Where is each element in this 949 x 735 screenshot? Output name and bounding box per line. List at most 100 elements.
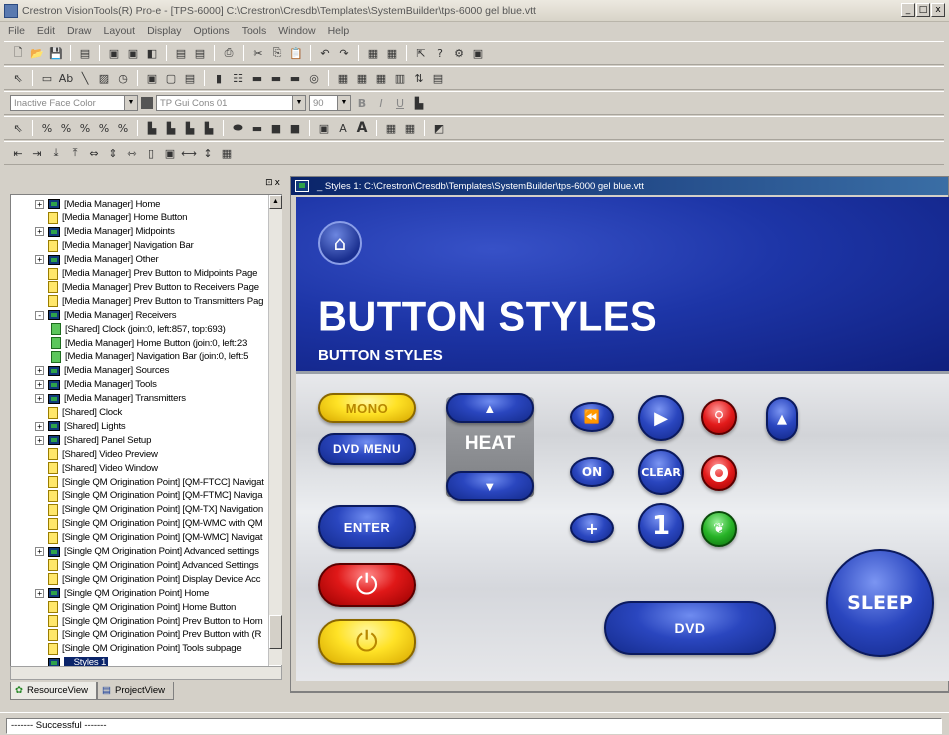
text-tool-icon[interactable]: Ab [58, 70, 74, 86]
text-box-icon[interactable]: ▣ [316, 120, 332, 136]
print-preview-icon[interactable]: ▤ [77, 45, 93, 61]
percent-icon[interactable]: % [39, 120, 55, 136]
tree-item[interactable]: + [Media Manager] Tools [35, 378, 157, 392]
font-smaller-icon[interactable]: A [335, 120, 351, 136]
align-right-icon[interactable]: ▙ [182, 120, 198, 136]
plus-button[interactable]: + [570, 513, 614, 543]
image-tool-icon[interactable]: ▨ [96, 70, 112, 86]
align-left-edge-icon[interactable]: ⇤ [10, 145, 26, 161]
dock-icon[interactable]: ⊡ [265, 178, 273, 188]
pointer-icon[interactable]: ⇖ [10, 120, 26, 136]
align-top-edge-icon[interactable]: ⤒ [67, 145, 83, 161]
menu-file[interactable]: File [8, 25, 25, 37]
align-right-edge-icon[interactable]: ⇥ [29, 145, 45, 161]
copy-icon[interactable]: ⎘ [269, 45, 285, 61]
play-button[interactable]: ▶ [638, 395, 684, 441]
tree-item[interactable]: [Media Manager] Prev Button to Transmitt… [35, 294, 263, 308]
expand-icon[interactable]: + [35, 588, 44, 598]
tools-icon[interactable]: ⚙ [451, 45, 467, 61]
percent-icon[interactable]: % [96, 120, 112, 136]
paste-icon[interactable]: 📋 [288, 45, 304, 61]
save-icon[interactable]: 💾 [48, 45, 64, 61]
on-button[interactable]: ON [570, 457, 614, 487]
tree-item[interactable]: [Shared] Clock (join:0, left:857, top:69… [51, 322, 226, 336]
tree-horizontal-scrollbar[interactable] [10, 666, 282, 680]
dial-tool-icon[interactable]: ◎ [306, 70, 322, 86]
bar-tool-icon[interactable]: ▬ [249, 70, 265, 86]
number-one-button[interactable]: 1 [638, 503, 684, 549]
align-bottom-edge-icon[interactable]: ⤓ [48, 145, 64, 161]
same-height-icon[interactable]: ▯ [143, 145, 159, 161]
power-off-button[interactable]: ⏻ [318, 563, 416, 607]
resource-tree[interactable]: ▲ ▼ + [Media Manager] Home [Media Manager]… [10, 194, 282, 680]
menu-display[interactable]: Display [147, 25, 181, 37]
tab-projectview[interactable]: ▤ ProjectView [97, 682, 175, 700]
design-canvas[interactable]: ⌂ BUTTON STYLES BUTTON STYLES MONO DVD M… [296, 197, 949, 681]
tree-item[interactable]: [Single QM Origination Point] Tools subp… [35, 642, 242, 656]
align-left-icon[interactable]: ▙ [144, 120, 160, 136]
collapse-icon[interactable]: - [35, 310, 44, 320]
font-select[interactable]: TP Gui Cons 01 ▼ [156, 95, 306, 111]
tree-item[interactable]: [Media Manager] Prev Button to Midpoints… [35, 267, 257, 281]
tree-item[interactable]: [Single QM Origination Point] [QM-FTMC] … [35, 489, 263, 503]
tree-item[interactable]: [Single QM Origination Point] [QM-WMC] N… [35, 531, 263, 545]
menu-window[interactable]: Window [278, 25, 315, 37]
scroll-thumb[interactable] [269, 615, 282, 649]
bold-button[interactable]: B [354, 95, 370, 111]
menu-tools[interactable]: Tools [242, 25, 267, 37]
heat-up-button[interactable]: ▲ [446, 393, 534, 423]
add-page-icon[interactable]: ▤ [173, 45, 189, 61]
heat-down-button[interactable]: ▼ [446, 471, 534, 501]
misc-tool-icon[interactable]: ▤ [430, 70, 446, 86]
tree-item[interactable]: + [Single QM Origination Point] Advanced … [35, 545, 259, 559]
fill-color-icon[interactable]: ▙ [411, 95, 427, 111]
gauge-tool-icon[interactable]: ▤ [182, 70, 198, 86]
grid-icon[interactable]: ▦ [383, 120, 399, 136]
slider-tool-icon[interactable]: ▮ [211, 70, 227, 86]
clock-tool-icon[interactable]: ◷ [115, 70, 131, 86]
enter-button[interactable]: ENTER [318, 505, 416, 549]
sleep-button[interactable]: SLEEP [826, 549, 934, 657]
design-horizontal-scrollbar[interactable] [290, 692, 949, 710]
font-larger-icon[interactable]: A [354, 120, 370, 136]
grid2-icon[interactable]: ▦ [402, 120, 418, 136]
home-button[interactable]: ⌂ [318, 221, 362, 265]
transfer-icon[interactable]: ▦ [384, 45, 400, 61]
printer-icon[interactable]: ⎙ [221, 45, 237, 61]
space-horizontal-icon[interactable]: ⟷ [181, 145, 197, 161]
expand-icon[interactable]: + [35, 421, 44, 431]
up-button[interactable]: ▲ [766, 397, 798, 441]
tree-item[interactable]: + [Media Manager] Transmitters [35, 392, 186, 406]
shape-square-icon[interactable]: ■ [268, 120, 284, 136]
scroll-tool-icon[interactable]: ⇅ [411, 70, 427, 86]
green-circle-button[interactable]: ❦ [701, 511, 737, 547]
mono-button[interactable]: MONO [318, 393, 416, 423]
underline-button[interactable]: U [392, 95, 408, 111]
page-icon[interactable]: ▣ [106, 45, 122, 61]
tree-item[interactable]: + [Media Manager] Other [35, 253, 159, 267]
shape-rect-icon[interactable]: ▬ [249, 120, 265, 136]
new-file-icon[interactable]: 🗋 [10, 45, 26, 61]
tree-item[interactable]: [Shared] Video Preview [35, 447, 158, 461]
tree-item[interactable]: [Single QM Origination Point] [QM-TX] Na… [35, 503, 263, 517]
shape-oval-icon[interactable]: ⬬ [230, 120, 246, 136]
menu-draw[interactable]: Draw [67, 25, 92, 37]
help-icon[interactable]: ? [432, 45, 448, 61]
pointer-icon[interactable]: ⇖ [10, 70, 26, 86]
tree-scrollbar[interactable]: ▲ ▼ [268, 195, 282, 679]
align-center-icon[interactable]: ▙ [163, 120, 179, 136]
red-circle-button[interactable]: ⚲ [701, 399, 737, 435]
settings-icon[interactable]: ▣ [470, 45, 486, 61]
expand-icon[interactable]: + [35, 435, 44, 445]
tab-resourceview[interactable]: ✿ ResourceView [10, 682, 98, 700]
panel-icon[interactable]: ◧ [144, 45, 160, 61]
tree-item[interactable]: [Single QM Origination Point] Prev Butto… [35, 614, 263, 628]
space-vertical-icon[interactable]: ↕ [200, 145, 216, 161]
dvd-menu-button[interactable]: DVD MENU [318, 433, 416, 465]
help-pointer-icon[interactable]: ⇱ [413, 45, 429, 61]
tree-item[interactable]: + [Shared] Panel Setup [35, 433, 151, 447]
bar2-tool-icon[interactable]: ▬ [268, 70, 284, 86]
tree-item[interactable]: + [Media Manager] Midpoints [35, 225, 175, 239]
italic-button[interactable]: I [373, 95, 389, 111]
minimize-button[interactable]: _ [901, 3, 915, 17]
